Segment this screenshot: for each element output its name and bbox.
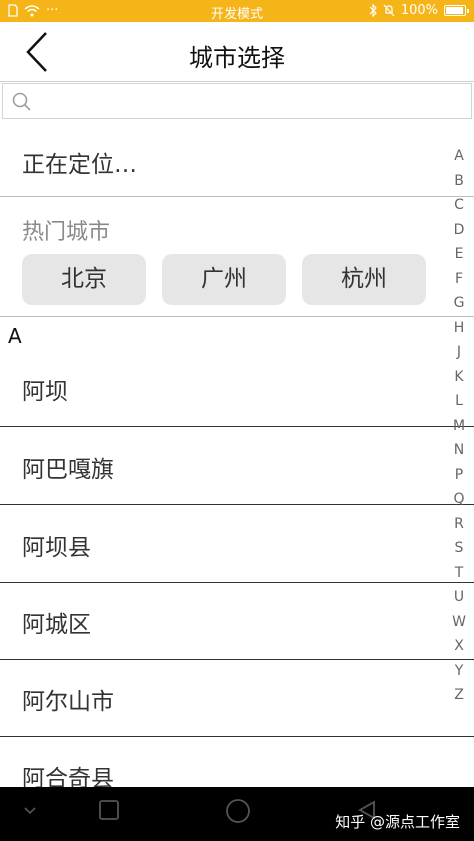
city-list-container: 正在定位… 热门城市 北京 广州 杭州 A 阿坝 阿巴嘎旗 阿坝县 阿城区 阿尔…: [0, 121, 474, 787]
recent-apps-button[interactable]: [98, 799, 120, 821]
city-name: 阿尔山市: [22, 689, 114, 715]
hot-city-button[interactable]: 北京: [22, 254, 146, 305]
alphabet-index-letter[interactable]: X: [444, 638, 474, 654]
city-list-item[interactable]: 阿城区: [0, 583, 474, 660]
alphabet-index-letter[interactable]: S: [444, 540, 474, 556]
alphabet-index-letter[interactable]: U: [444, 589, 474, 605]
system-nav-bar: 知乎 @源点工作室: [0, 787, 474, 841]
alphabet-index-letter[interactable]: M: [444, 418, 474, 434]
current-location-row[interactable]: 正在定位…: [0, 121, 474, 197]
city-name: 阿坝县: [22, 535, 91, 561]
city-list-item[interactable]: 阿巴嘎旗: [0, 428, 474, 505]
battery-icon: [444, 5, 469, 16]
city-name: 阿城区: [22, 612, 91, 638]
city-list-item[interactable]: 阿坝: [0, 350, 474, 427]
alphabet-index-letter[interactable]: D: [444, 222, 474, 238]
city-name: 阿合奇县: [22, 766, 114, 787]
alphabet-index-letter[interactable]: Y: [444, 663, 474, 679]
header: 城市选择: [0, 22, 474, 82]
city-name: 阿坝: [22, 379, 68, 405]
alphabet-index-letter[interactable]: W: [444, 614, 474, 630]
alphabet-index-letter[interactable]: Z: [444, 687, 474, 703]
alphabet-index-letter[interactable]: L: [444, 393, 474, 409]
alphabet-index-letter[interactable]: Q: [444, 491, 474, 507]
search-icon: [12, 92, 31, 111]
battery-percent: 100%: [400, 3, 438, 18]
alphabet-index-letter[interactable]: B: [444, 173, 474, 189]
hot-cities-title: 热门城市: [22, 220, 111, 245]
hot-city-button[interactable]: 杭州: [302, 254, 426, 305]
city-list-item[interactable]: 阿合奇县: [0, 737, 474, 787]
alarm-off-icon: [383, 4, 395, 17]
city-picker-screen: ··· 开发模式 100% 城市选择 正在定位… 热门城市 北京 广州 杭州 A…: [0, 0, 474, 841]
alphabet-index-letter[interactable]: F: [444, 271, 474, 287]
alphabet-index-letter[interactable]: J: [444, 344, 474, 360]
alphabet-index-letter[interactable]: H: [444, 320, 474, 336]
locating-status: 正在定位…: [22, 152, 137, 178]
status-right-icons: 100%: [369, 3, 469, 18]
alphabet-index-letter[interactable]: P: [444, 467, 474, 483]
watermark-text: 知乎 @源点工作室: [335, 813, 460, 831]
bluetooth-icon: [369, 4, 377, 17]
alphabet-index-letter[interactable]: T: [444, 565, 474, 581]
alphabet-index-letter[interactable]: A: [444, 148, 474, 164]
alphabet-index-letter[interactable]: R: [444, 516, 474, 532]
hot-city-button[interactable]: 广州: [162, 254, 286, 305]
alphabet-index-letter[interactable]: C: [444, 197, 474, 213]
alphabet-index-bar[interactable]: ABCDEFGHJKLMNPQRSTUWXYZ: [444, 148, 474, 718]
hot-cities-section: 热门城市 北京 广州 杭州: [0, 198, 474, 317]
group-header-letter: A: [8, 324, 22, 348]
city-list-item[interactable]: 阿尔山市: [0, 660, 474, 737]
search-bar[interactable]: [2, 83, 472, 119]
status-bar: ··· 开发模式 100%: [0, 0, 474, 22]
page-title: 城市选择: [189, 44, 285, 72]
home-button[interactable]: [225, 798, 251, 824]
search-input[interactable]: [39, 88, 459, 114]
city-list-item[interactable]: 阿坝县: [0, 506, 474, 583]
alphabet-index-letter[interactable]: E: [444, 246, 474, 262]
city-name: 阿巴嘎旗: [22, 457, 114, 483]
alphabet-index-letter[interactable]: G: [444, 295, 474, 311]
hide-keyboard-chevron-down-icon[interactable]: [22, 805, 38, 817]
alphabet-index-letter[interactable]: N: [444, 442, 474, 458]
alphabet-index-letter[interactable]: K: [444, 369, 474, 385]
